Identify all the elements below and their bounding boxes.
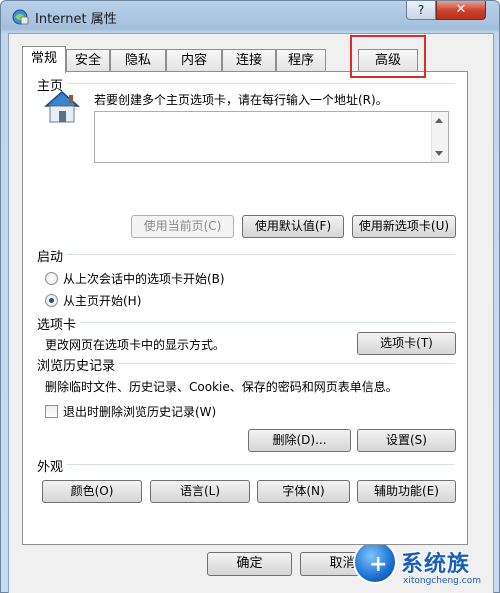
appearance-group-title: 外观 xyxy=(37,456,68,475)
tab-connections[interactable]: 连接 xyxy=(222,49,276,72)
startup-home-page-label: 从主页开始(H) xyxy=(63,294,142,308)
history-description: 删除临时文件、历史记录、Cookie、保存的密码和网页表单信息。 xyxy=(45,380,398,394)
tab-general[interactable]: 常规 xyxy=(22,46,66,73)
colors-button[interactable]: 颜色(O) xyxy=(42,480,142,503)
dialog-client-area: 常规 安全 隐私 内容 连接 程序 高级 主页 若要创建多个主页选项卡，请在每行… xyxy=(8,33,494,593)
ok-button[interactable]: 确定 xyxy=(207,552,292,576)
fonts-button[interactable]: 字体(N) xyxy=(257,480,350,503)
scroll-up-arrow-icon[interactable] xyxy=(435,118,443,123)
radio-selected-dot-icon xyxy=(49,298,54,303)
internet-options-window: Internet 属性 ? ✕ 常规 安全 隐私 内容 连接 程序 高级 主页 … xyxy=(0,0,500,593)
home-page-icon xyxy=(44,91,80,123)
history-group-title: 浏览历史记录 xyxy=(37,355,120,374)
tab-programs[interactable]: 程序 xyxy=(276,49,326,72)
startup-group-rule xyxy=(37,254,455,255)
watermark-title: 系统族 xyxy=(401,552,471,577)
general-tab-panel: 主页 若要创建多个主页选项卡，请在每行输入一个地址(R)。 使用当前页(C) 使… xyxy=(22,71,468,545)
tabs-settings-button[interactable]: 选项卡(T) xyxy=(357,332,456,355)
scroll-down-arrow-icon[interactable] xyxy=(435,151,443,156)
watermark-url: xitongcheng.com xyxy=(403,576,481,586)
watermark-logo-icon: + xyxy=(353,540,397,584)
tabs-description: 更改网页在选项卡中的显示方式。 xyxy=(45,338,226,352)
internet-options-icon xyxy=(12,9,29,25)
highlight-annotation xyxy=(350,35,426,78)
delete-history-button[interactable]: 删除(D)... xyxy=(248,429,351,452)
startup-last-session-label: 从上次会话中的选项卡开始(B) xyxy=(63,272,225,286)
languages-button[interactable]: 语言(L) xyxy=(150,480,250,503)
appearance-group-rule xyxy=(37,464,455,465)
tab-content[interactable]: 内容 xyxy=(166,49,222,72)
home-page-address-field[interactable] xyxy=(94,111,449,163)
delete-on-exit-checkbox[interactable] xyxy=(45,405,58,418)
use-current-button[interactable]: 使用当前页(C) xyxy=(131,215,234,238)
delete-on-exit-label: 退出时删除浏览历史记录(W) xyxy=(63,405,217,419)
startup-last-session-radio[interactable] xyxy=(45,272,58,285)
startup-group-title: 启动 xyxy=(37,246,68,265)
title-bar: Internet 属性 ? ✕ xyxy=(1,1,500,31)
accessibility-button[interactable]: 辅助功能(E) xyxy=(357,480,456,503)
home-instruction: 若要创建多个主页选项卡，请在每行输入一个地址(R)。 xyxy=(94,93,388,107)
tabs-group-title: 选项卡 xyxy=(37,314,81,333)
use-default-button[interactable]: 使用默认值(F) xyxy=(242,215,344,238)
history-settings-button[interactable]: 设置(S) xyxy=(357,429,456,452)
window-title: Internet 属性 xyxy=(35,12,117,27)
tab-privacy[interactable]: 隐私 xyxy=(110,49,166,72)
tabs-group-rule xyxy=(37,322,455,323)
home-group-rule xyxy=(37,83,455,84)
use-new-tab-button[interactable]: 使用新选项卡(U) xyxy=(352,215,456,238)
address-scrollbar[interactable] xyxy=(431,112,448,162)
tab-security[interactable]: 安全 xyxy=(66,49,110,72)
help-button[interactable]: ? xyxy=(406,1,436,20)
startup-home-page-radio[interactable] xyxy=(45,294,58,307)
close-button[interactable]: ✕ xyxy=(436,1,486,20)
